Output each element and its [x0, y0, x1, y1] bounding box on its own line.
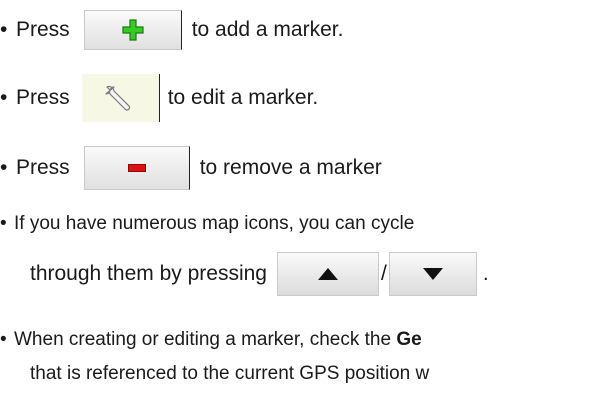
triangle-up-icon [317, 268, 338, 280]
edit-marker-text: to edit a marker. [167, 86, 319, 109]
plus-icon [122, 19, 144, 41]
press-label: Press [16, 156, 70, 179]
add-marker-button[interactable] [83, 10, 182, 50]
geo-text-2: that is referenced to the current GPS po… [30, 363, 430, 384]
bullet: • [0, 329, 7, 350]
cycle-through-text: through them by pressing [30, 262, 267, 285]
bullet: • [0, 86, 8, 109]
remove-marker-text: to remove a marker [199, 156, 382, 179]
instruction-edit-marker: • Press to edit a marker. [0, 74, 318, 122]
geo-text-main: When creating or editing a marker, check… [14, 329, 397, 350]
slash-separator: / [380, 262, 387, 285]
triangle-down-icon [422, 268, 443, 280]
press-label: Press [16, 18, 70, 41]
instruction-geo: • When creating or editing a marker, che… [0, 326, 422, 354]
geo-text: When creating or editing a marker, check… [14, 329, 422, 351]
remove-marker-button[interactable] [83, 146, 190, 190]
instruction-geo-continued: that is referenced to the current GPS po… [30, 360, 429, 388]
bullet: • [0, 18, 8, 41]
instruction-cycle-icons: • If you have numerous map icons, you ca… [0, 210, 414, 238]
instruction-add-marker: • Press to add a marker. [0, 6, 343, 54]
instruction-cycle-buttons: through them by pressing / . [30, 252, 489, 296]
wrench-icon [105, 85, 131, 111]
bullet: • [0, 156, 8, 179]
instruction-remove-marker: • Press to remove a marker [0, 144, 382, 192]
scroll-down-button[interactable] [388, 252, 477, 296]
period: . [482, 262, 489, 285]
press-label: Press [16, 86, 70, 109]
cycle-text: If you have numerous map icons, you can … [14, 213, 415, 234]
add-marker-text: to add a marker. [191, 18, 344, 41]
scroll-up-button[interactable] [276, 252, 379, 296]
geo-bold-text: Ge [396, 329, 422, 350]
bullet: • [0, 213, 7, 234]
edit-marker-button[interactable] [81, 74, 160, 122]
minus-icon [127, 164, 146, 172]
